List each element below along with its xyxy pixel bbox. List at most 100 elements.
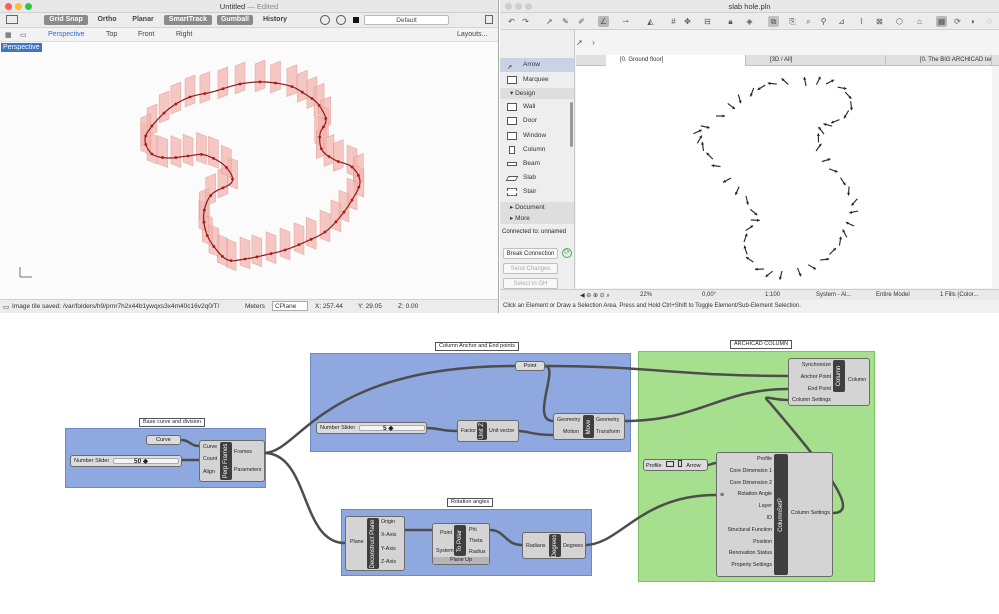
more-section-header[interactable]: ▸ More [500,213,574,224]
output-port[interactable]: Geometry [596,417,619,424]
input-port[interactable]: Property Settings [718,562,772,569]
input-port[interactable]: Renovation Status [718,550,772,557]
curve-param[interactable]: Curve [146,435,181,445]
profile-value-list[interactable]: Profile Arrow [643,459,708,471]
magic-wand-icon[interactable]: ⚲ [818,16,829,27]
component-core[interactable]: Column [833,360,845,392]
input-port[interactable]: Core Dimension 2 [718,480,772,487]
input-port[interactable]: Geometry [557,417,580,424]
panel-toggle-icon[interactable] [485,15,493,24]
number-slider-count[interactable]: Number Slider 50 ◆ [70,455,182,467]
model-view-value[interactable]: Entire Model [876,292,910,298]
component-core[interactable]: Deconstruct Plane [367,518,379,569]
layouts-menu[interactable]: Layouts... [457,31,487,38]
smarttrack-button[interactable]: SmartTrack [164,15,212,25]
plane-up-footer[interactable]: Plane Up [433,557,489,564]
degrees-component[interactable]: Radians Degrees Degrees [522,532,586,559]
output-port[interactable]: Z-Axis [381,559,396,566]
number-slider-height[interactable]: Number Slider 5 ◆ [316,422,427,434]
target-icon[interactable] [336,15,346,25]
slider-value[interactable]: 50 ◆ [134,457,148,465]
input-port[interactable]: Position [718,539,772,546]
column-component[interactable]: Synchronize Anchor Point End Point Colum… [788,358,870,406]
tab-3d-all[interactable]: [3D / All] [756,55,886,66]
input-port[interactable]: Plane [350,539,364,546]
layer-dropdown[interactable]: Default [364,15,449,25]
home-icon[interactable]: ⌂ [914,16,925,27]
to-polar-component[interactable]: Point System To Polar Phi Theta Radius P… [432,523,490,565]
output-port[interactable]: Unit vector [489,428,514,435]
tab-right[interactable]: Right [176,31,192,38]
output-port[interactable]: Phi [469,527,477,534]
input-port[interactable]: Structural Function [718,527,772,534]
break-connection-button[interactable]: Break Connection [503,248,558,259]
component-core[interactable]: Move [583,415,594,438]
record-icon[interactable] [320,15,330,25]
trace-icon[interactable]: ⊿ [836,16,847,27]
input-port[interactable]: End Point [790,386,831,393]
input-port[interactable]: System [436,548,454,555]
grid-icon[interactable]: ▦ [5,31,12,39]
input-port[interactable]: Curve [203,444,217,451]
transform-icon[interactable]: ✥ [682,16,693,27]
pointer-icon[interactable]: ➚ [544,16,555,27]
mark-icon[interactable]: ⌇ [856,16,867,27]
slider-value[interactable]: 5 ◆ [383,424,393,432]
snap-icon[interactable]: ◭ [645,16,656,27]
gumball-button[interactable]: Gumball [217,15,253,25]
align-icon[interactable]: ⊟ [702,16,713,27]
angle-value[interactable]: 0,00° [702,292,716,298]
tab-ground-floor[interactable]: [0. Ground floor] [606,55,746,66]
brush-icon[interactable]: ✐ [576,16,587,27]
chevron-right-icon[interactable]: › [588,37,599,48]
tool-stair[interactable]: Stair [500,185,574,199]
grid-icon[interactable]: # [668,16,679,27]
tool-wall[interactable]: Wall [500,100,574,114]
design-section-header[interactable]: ▾ Design [500,88,574,99]
single-view-icon[interactable]: ▭ [20,31,27,39]
component-core[interactable]: ColumnSetP [774,454,788,575]
perp-frames-component[interactable]: Curve Count Align Perp Frames Frames Par… [199,440,265,482]
component-core[interactable]: Unit Z [477,422,487,440]
fills-value[interactable]: 1 Fills (Color... [940,292,978,298]
tab-perspective[interactable]: Perspective [48,31,85,38]
zoom-controls-icon[interactable]: ◀ ⊖ ⊕ ⊙ ⌕ [580,292,610,300]
input-port[interactable]: Profile [718,456,772,463]
floor-plan-view[interactable] [576,66,992,288]
output-port[interactable]: X-Axis [381,532,396,539]
input-port[interactable]: Count [203,456,217,463]
tool-slab[interactable]: Slab [500,171,574,185]
output-port[interactable]: Theta [469,538,483,545]
input-port[interactable]: Point [440,530,452,537]
3d-icon[interactable]: ⬡ [894,16,905,27]
tool-door[interactable]: Door [500,114,574,128]
point-param[interactable]: Point [515,361,545,371]
component-core[interactable]: To Polar [454,525,466,556]
tile-windows-icon[interactable]: ▦ [936,16,947,27]
tool-arrow[interactable]: ➚ Arrow [500,58,574,72]
angle-tool-icon[interactable]: ∠ [598,16,609,27]
eyedropper-icon[interactable]: ✎ [560,16,571,27]
input-port[interactable]: ID [718,515,772,522]
tab-top[interactable]: Top [106,31,117,38]
cursor-icon[interactable]: ➚ [574,37,585,48]
document-section-header[interactable]: ▸ Document [500,202,574,213]
toolbox-scrollbar[interactable] [570,102,573,147]
grasshopper-canvas[interactable]: Base curve and division Column Anchor an… [0,313,999,614]
output-port[interactable]: Parameters [234,467,261,474]
output-port[interactable]: Degrees [563,543,583,550]
grid-snap-button[interactable]: Grid Snap [44,15,88,25]
suspend-groups-icon[interactable]: ⧉ [768,16,779,27]
unit-z-component[interactable]: Factor Unit Z Unit vector [457,420,519,442]
undo-icon[interactable]: ↶ [506,16,517,27]
output-port[interactable]: Radius [469,549,486,556]
input-port[interactable]: Radians [526,543,545,550]
select-in-gh-button[interactable]: Select in GH [503,278,558,289]
input-port[interactable]: Factor [461,428,476,435]
copy-icon[interactable]: ⎘ [787,16,798,27]
output-port[interactable]: Frames [234,449,252,456]
rhino-viewport[interactable]: Perspective [0,42,498,299]
dropdown-icon[interactable] [666,461,675,467]
layer-combo-value[interactable]: System - Al... [816,292,851,298]
tool-marquee[interactable]: Marquee [500,73,574,87]
